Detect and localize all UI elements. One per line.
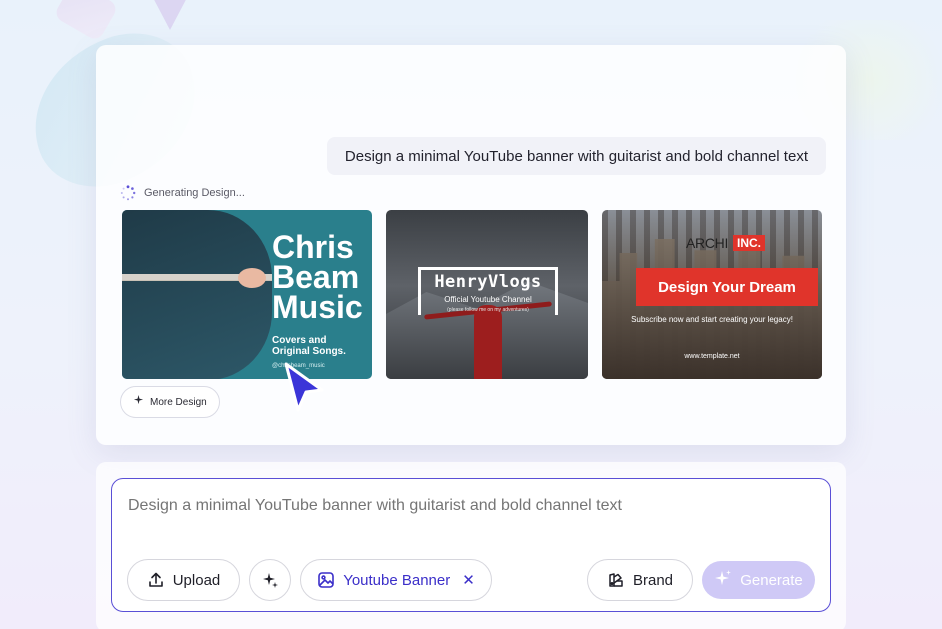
prompt-composer: Upload Youtube Banner ✕ Brand Generate [111,478,831,612]
person-image [474,305,502,379]
upload-button[interactable]: Upload [127,559,240,601]
generate-button[interactable]: Generate [702,561,815,599]
template-chip-label: Youtube Banner [343,571,451,589]
design-3-logo-badge: INC. [733,235,765,251]
cursor-icon [284,362,324,412]
design-3-url: www.template.net [684,353,740,360]
sparkle-icon [133,395,144,409]
guitar-illustration [122,268,272,288]
design-3-subline: Subscribe now and start creating your le… [631,315,793,324]
design-card-2[interactable]: HenryVlogs Official Youtube Channel (ple… [386,210,588,379]
generation-status: Generating Design... [120,185,245,201]
close-icon[interactable]: ✕ [462,571,475,589]
template-chip[interactable]: Youtube Banner ✕ [300,559,492,601]
design-3-headline: Design Your Dream [636,268,818,306]
prompt-input[interactable] [128,497,808,515]
magic-icon [262,572,278,588]
design-2-tagline: Official Youtube Channel [444,295,532,304]
status-text: Generating Design... [144,187,245,199]
generate-label: Generate [740,571,803,589]
more-design-label: More Design [150,396,207,408]
magic-button[interactable] [249,559,291,601]
user-prompt-bubble: Design a minimal YouTube banner with gui… [326,137,826,175]
spinner-icon [120,185,136,201]
upload-label: Upload [172,571,221,589]
brand-button[interactable]: Brand [587,559,693,601]
design-card-3[interactable]: ARCHI INC. Design Your Dream Subscribe n… [602,210,822,379]
upload-icon [147,571,165,589]
background-triangle [150,0,190,30]
design-results: Chris Beam Music Covers and Original Son… [122,210,822,380]
template-icon [317,571,335,589]
design-2-small: (please follow me on my adventures) [447,307,529,313]
design-1-title: Chris Beam Music [272,229,363,325]
design-3-logo: ARCHI [686,235,729,251]
brand-label: Brand [632,571,674,589]
brand-icon [607,571,625,589]
sparkle-icon [714,569,732,591]
design-card-1[interactable]: Chris Beam Music Covers and Original Son… [122,210,372,379]
design-1-subtitle: Covers and Original Songs. [272,335,346,357]
design-2-brand: HenryVlogs [434,272,542,292]
chat-panel: Design a minimal YouTube banner with gui… [96,45,846,445]
more-design-button[interactable]: More Design [120,386,220,418]
background-shape [52,0,120,43]
